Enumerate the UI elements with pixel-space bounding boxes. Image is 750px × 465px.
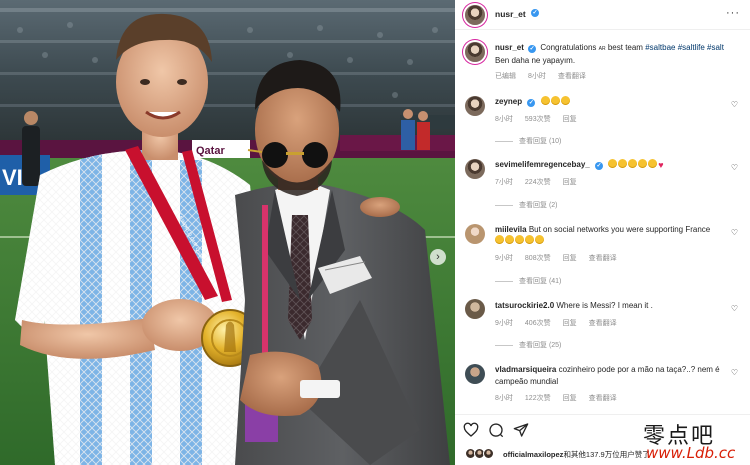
commenter-username[interactable]: zeynep — [495, 97, 522, 106]
comment-meta: 7小时 224次赞 回复 — [495, 177, 589, 187]
commenter-username[interactable]: miilevila — [495, 225, 527, 234]
commenter-avatar[interactable] — [465, 364, 485, 384]
edited-label: 已编辑 — [495, 73, 516, 80]
comment-body: sevimelifemregencebay_ ✓ ♥ — [495, 159, 665, 171]
comment-text: Where is Messi? I mean it . — [556, 301, 653, 310]
comment-emojis — [495, 235, 545, 247]
reply-button[interactable]: 回复 — [563, 320, 577, 327]
commenter-avatar[interactable] — [465, 96, 485, 116]
caption-line-1: nusr_et ✓ Congratulations AR best team #… — [495, 42, 724, 55]
comment-body: vladmarsiqueira cozinheiro pode por a mã… — [495, 364, 720, 376]
like-comment-icon[interactable]: ♡ — [731, 100, 738, 109]
emoji-icon — [638, 159, 648, 168]
comment-likes[interactable]: 406次赞 — [525, 320, 551, 327]
emoji-icon — [550, 96, 560, 105]
see-translation-link[interactable]: 查看翻译 — [589, 320, 617, 327]
comment-meta: 9小时 808次赞 回复 查看翻译 — [495, 253, 629, 263]
comment-likes[interactable]: 224次赞 — [525, 179, 551, 186]
comment-time: 8小时 — [495, 395, 513, 402]
emoji-icon — [608, 159, 618, 168]
comment-likes[interactable]: 808次赞 — [525, 255, 551, 262]
post-photo: VI Qatar FIFA WORLD CUP Qatar2022 › — [0, 0, 455, 465]
verified-icon: ✓ — [531, 9, 539, 17]
emoji-icon — [628, 159, 638, 168]
verified-icon: ✓ — [527, 99, 536, 107]
reply-button[interactable]: 回复 — [563, 255, 577, 262]
comment-icon[interactable] — [488, 422, 504, 438]
like-comment-icon[interactable]: ♡ — [731, 163, 738, 172]
heart-emoji-icon: ♥ — [658, 160, 664, 170]
share-icon[interactable] — [513, 422, 529, 438]
comment-time: 9小时 — [495, 320, 513, 327]
emoji-icon — [515, 235, 524, 244]
liked-by-text[interactable]: officialmaxilopez和其他137.9万位用户赞了 — [503, 449, 650, 460]
commenter-username[interactable]: vladmarsiqueira — [495, 365, 556, 374]
see-translation-link[interactable]: 查看翻译 — [589, 255, 617, 262]
emoji-icon — [495, 235, 504, 244]
verified-icon: ✓ — [594, 162, 603, 170]
next-photo-button[interactable]: › — [430, 249, 446, 265]
like-comment-icon[interactable]: ♡ — [731, 368, 738, 377]
reply-button[interactable]: 回复 — [563, 395, 577, 402]
view-replies-link[interactable]: 查看回复 (41) — [495, 276, 561, 286]
banner-text: Qatar — [196, 145, 225, 157]
caption-hashtags[interactable]: #saltbae #saltlife #salt — [645, 43, 724, 52]
comment-time: 8小时 — [495, 116, 513, 123]
commenter-avatar[interactable] — [465, 224, 485, 244]
emoji-icon — [525, 235, 534, 244]
caption-text-2: best team — [607, 43, 643, 52]
emoji-icon — [505, 235, 514, 244]
caption-time: 8小时 — [528, 73, 546, 80]
comment-likes[interactable]: 122次赞 — [525, 395, 551, 402]
emoji-icon — [618, 159, 628, 168]
comment-text-line-2: campeão mundial — [495, 377, 559, 386]
reply-button[interactable]: 回复 — [563, 116, 577, 123]
comment-text: cozinheiro pode por a mão na taça?..? ne… — [558, 365, 720, 374]
comment-body: zeynep ✓ — [495, 96, 571, 108]
caption-meta: 已编辑 8小时 查看翻译 — [495, 71, 598, 81]
author-avatar[interactable] — [465, 5, 485, 25]
view-replies-link[interactable]: 查看回复 (25) — [495, 340, 561, 350]
liked-by-user[interactable]: officialmaxilopez — [503, 450, 563, 459]
caption-username[interactable]: nusr_et — [495, 43, 524, 52]
see-translation-link[interactable]: 查看翻译 — [558, 73, 586, 80]
post-header: nusr_et ✓ ··· — [455, 0, 750, 30]
view-replies-link[interactable]: 查看回复 (2) — [495, 200, 558, 210]
watermark-url: www.Ldb.cc — [646, 444, 736, 462]
emoji-icon — [540, 96, 550, 105]
comment-meta: 8小时 122次赞 回复 查看翻译 — [495, 393, 629, 403]
emoji-icon — [560, 96, 570, 105]
like-icon[interactable] — [463, 422, 479, 438]
caption-flag: AR — [598, 46, 606, 52]
liker-avatar — [483, 448, 494, 459]
caption-avatar[interactable] — [465, 42, 485, 62]
author-username[interactable]: nusr_et — [495, 9, 526, 19]
caption-text: Congratulations — [540, 43, 597, 52]
verified-icon: ✓ — [528, 45, 537, 53]
comment-time: 9小时 — [495, 255, 513, 262]
reply-button[interactable]: 回复 — [563, 179, 577, 186]
celebration-image: VI Qatar FIFA WORLD CUP Qatar2022 — [0, 0, 455, 465]
emoji-icon — [535, 235, 544, 244]
comment-time: 7小时 — [495, 179, 513, 186]
emoji-icon — [648, 159, 658, 168]
comment-meta: 9小时 406次赞 回复 查看翻译 — [495, 318, 629, 328]
comment-likes[interactable]: 593次赞 — [525, 116, 551, 123]
caption-line-2: Ben daha ne yapayım. — [495, 56, 576, 65]
more-options-icon[interactable]: ··· — [726, 7, 740, 19]
commenter-avatar[interactable] — [465, 299, 485, 319]
commenter-username[interactable]: tatsurockirie2.0 — [495, 301, 554, 310]
like-comment-icon[interactable]: ♡ — [731, 228, 738, 237]
comment-body: tatsurockirie2.0 Where is Messi? I mean … — [495, 300, 653, 312]
comment-text: But on social networks you were supporti… — [528, 225, 711, 234]
commenter-avatar[interactable] — [465, 159, 485, 179]
comment-meta: 8小时 593次赞 回复 — [495, 114, 589, 124]
like-comment-icon[interactable]: ♡ — [731, 304, 738, 313]
commenter-username[interactable]: sevimelifemregencebay_ — [495, 160, 590, 169]
view-replies-link[interactable]: 查看回复 (10) — [495, 136, 561, 146]
comments-panel: nusr_et ✓ ··· nusr_et ✓ Congratulations … — [455, 0, 750, 465]
liked-by-count[interactable]: 和其他137.9万位用户赞了 — [563, 450, 649, 459]
see-translation-link[interactable]: 查看翻译 — [589, 395, 617, 402]
vivo-board: VI — [2, 165, 23, 190]
